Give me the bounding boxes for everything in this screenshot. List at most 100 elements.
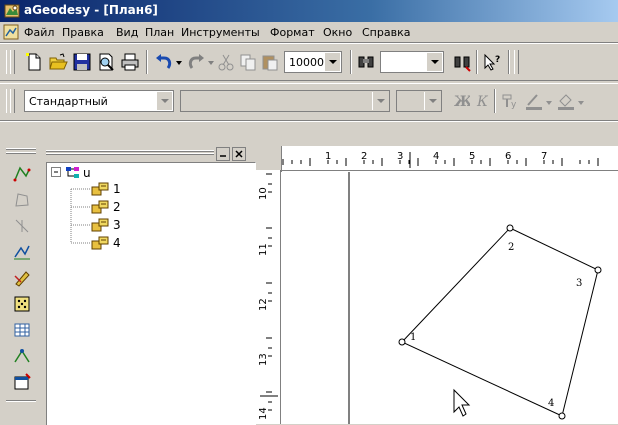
style-value: Стандартный xyxy=(29,95,108,108)
ruler-label: 13 xyxy=(258,353,269,366)
ruler-label: 3 xyxy=(397,151,404,162)
menu-format[interactable]: Формат xyxy=(270,26,315,39)
properties-icon[interactable] xyxy=(12,372,32,392)
ruler-label: 7 xyxy=(541,151,548,162)
ruler-label: 11 xyxy=(258,243,269,256)
plan-document-window: 1 2 3 4 5 6 7 10 11 12 13 14 1 2 3 4 xyxy=(256,146,618,424)
format-painter-icon[interactable]: y xyxy=(500,91,520,111)
menu-file[interactable]: Файл xyxy=(24,26,54,39)
mouse-cursor-icon xyxy=(453,388,471,417)
point-icon xyxy=(91,236,109,250)
panel-close-button[interactable] xyxy=(232,147,246,161)
redo-icon[interactable] xyxy=(186,52,206,72)
horizontal-ruler[interactable]: 1 2 3 4 5 6 7 xyxy=(282,146,618,171)
redo-dropdown-icon[interactable] xyxy=(208,60,214,66)
point-grid-icon[interactable] xyxy=(12,294,32,314)
pen-tool-icon[interactable] xyxy=(12,268,32,288)
tree-panel-header xyxy=(40,146,256,162)
tree-root-label[interactable]: u xyxy=(83,166,91,180)
copy-icon[interactable] xyxy=(238,52,258,72)
ruler-label: 5 xyxy=(469,151,476,162)
search-dropdown-arrow[interactable] xyxy=(426,53,442,71)
plan-canvas[interactable]: 1 2 3 4 xyxy=(282,172,618,424)
point-label: 2 xyxy=(508,242,514,253)
table-icon[interactable] xyxy=(12,320,32,340)
menu-plan[interactable]: План xyxy=(145,26,174,39)
point-label: 3 xyxy=(576,278,582,289)
window-title: aGeodesy - [План6] xyxy=(24,3,158,17)
menu-tools[interactable]: Инструменты xyxy=(181,26,260,39)
save-disk-icon[interactable] xyxy=(72,52,92,72)
undo-icon[interactable] xyxy=(154,52,174,72)
vertical-ruler[interactable]: 10 11 12 13 14 xyxy=(256,170,281,424)
style-dropdown-arrow[interactable] xyxy=(156,92,172,110)
svg-text:?: ? xyxy=(495,55,500,65)
italic-icon[interactable]: К xyxy=(472,91,492,111)
document-menu-icon[interactable] xyxy=(3,24,19,40)
vertical-toolbar xyxy=(0,146,40,424)
close-icon xyxy=(235,150,243,158)
traverse-tool-icon[interactable] xyxy=(12,242,32,262)
menu-bar: Файл Правка Вид План Инструменты Формат … xyxy=(0,22,618,43)
find-replace-icon[interactable] xyxy=(452,52,472,72)
point-icon xyxy=(91,182,109,196)
polygon-tool-icon[interactable] xyxy=(12,190,32,210)
menu-view[interactable]: Вид xyxy=(116,26,138,39)
layer-group-icon xyxy=(66,167,79,178)
polyline-tool-icon[interactable] xyxy=(12,164,32,184)
vertical-ruler-ticks xyxy=(260,173,278,411)
line-color-icon[interactable] xyxy=(524,91,544,111)
toolbar-separator xyxy=(146,50,148,74)
font-size-dropdown-arrow[interactable] xyxy=(424,92,440,110)
ruler-label: 4 xyxy=(433,151,440,162)
object-tree[interactable]: u 1 2 3 4 xyxy=(46,162,256,425)
print-preview-icon[interactable] xyxy=(96,52,116,72)
plan-drawing: 1 2 3 4 xyxy=(348,172,602,424)
point-icon xyxy=(91,218,109,232)
font-dropdown-arrow[interactable] xyxy=(372,92,388,110)
fill-color-icon[interactable] xyxy=(556,91,576,111)
open-folder-icon[interactable] xyxy=(48,52,68,72)
tree-point-label[interactable]: 2 xyxy=(113,200,121,214)
undo-dropdown-icon[interactable] xyxy=(176,60,182,66)
cut-icon[interactable] xyxy=(216,52,236,72)
print-icon[interactable] xyxy=(120,52,140,72)
style-select[interactable]: Стандартный xyxy=(24,90,174,112)
ruler-label: 10 xyxy=(258,187,269,200)
zoom-value: 10000 xyxy=(289,56,324,69)
menu-help[interactable]: Справка xyxy=(362,26,410,39)
fill-color-dropdown-icon[interactable] xyxy=(578,100,584,106)
survey-point-marker xyxy=(594,266,602,274)
new-file-icon[interactable] xyxy=(24,52,44,72)
zoom-dropdown-arrow[interactable] xyxy=(324,53,340,71)
svg-text:Ж: Ж xyxy=(454,94,470,110)
help-pointer-icon[interactable]: ? xyxy=(482,52,502,72)
paste-icon[interactable] xyxy=(260,52,280,72)
survey-point-marker xyxy=(558,412,566,420)
survey-tool-icon[interactable] xyxy=(12,346,32,366)
tree-point-label[interactable]: 1 xyxy=(113,182,121,196)
ruler-label: 1 xyxy=(325,151,332,162)
format-toolbar: Стандартный Ж К y xyxy=(0,84,618,118)
svg-text:y: y xyxy=(511,100,517,110)
ruler-label: 6 xyxy=(505,151,512,162)
angle-tool-icon[interactable] xyxy=(12,216,32,236)
tree-point-label[interactable]: 4 xyxy=(113,236,121,250)
minus-icon xyxy=(54,171,58,173)
font-select[interactable] xyxy=(180,90,390,112)
tree-point-label[interactable]: 3 xyxy=(113,218,121,232)
tree-collapse-toggle[interactable] xyxy=(51,167,61,177)
menu-edit[interactable]: Правка xyxy=(62,26,104,39)
line-color-dropdown-icon[interactable] xyxy=(546,100,552,106)
zoom-select[interactable]: 10000 xyxy=(284,51,342,73)
search-select[interactable] xyxy=(380,51,444,73)
app-icon[interactable] xyxy=(4,3,20,19)
panel-minimize-button[interactable] xyxy=(216,147,230,161)
bold-icon[interactable]: Ж xyxy=(450,91,470,111)
find-binoculars-icon[interactable] xyxy=(356,52,376,72)
svg-text:К: К xyxy=(476,94,489,110)
menu-window[interactable]: Окно xyxy=(323,26,352,39)
parcel-polygon xyxy=(401,227,599,417)
font-size-select[interactable] xyxy=(396,90,442,112)
point-icon xyxy=(91,200,109,214)
